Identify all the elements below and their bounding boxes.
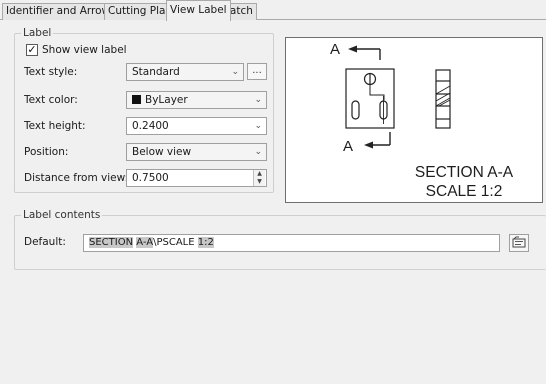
field-literal-text: \PSCALE: [153, 237, 198, 248]
cutting-arrow-bottom-icon: [364, 132, 391, 149]
insert-field-icon: [512, 236, 526, 248]
label-contents-group: Label contents Default: SECTION A-A\PSCA…: [14, 209, 546, 270]
text-color-value: ByLayer: [145, 94, 188, 106]
insert-field-button[interactable]: [509, 234, 529, 252]
text-style-value: Standard: [132, 66, 180, 78]
cutting-arrow-top-icon: [348, 45, 381, 60]
chevron-down-icon: ⌄: [254, 121, 262, 131]
field-scale-token: 1:2: [197, 237, 214, 248]
color-swatch-icon: [132, 95, 141, 104]
spin-down-icon[interactable]: ▼: [254, 178, 265, 186]
distance-label: Distance from view:: [24, 172, 129, 184]
distance-spinner[interactable]: ▲ ▼: [253, 170, 265, 186]
text-color-label: Text color:: [24, 94, 78, 106]
section-view: [435, 69, 451, 129]
marker-top-letter: A: [330, 41, 340, 58]
label-group-title: Label: [21, 27, 54, 39]
text-style-label: Text style:: [24, 66, 78, 78]
show-view-label-text: Show view label: [42, 44, 127, 56]
text-style-select[interactable]: Standard ⌄: [126, 63, 244, 81]
preview-caption-line1: SECTION A-A: [414, 164, 514, 181]
label-group: Label ✓ Show view label Text style: Stan…: [14, 27, 274, 193]
chevron-down-icon: ⌄: [231, 67, 239, 77]
field-view-id-token: A-A: [136, 237, 154, 248]
field-section-token: SECTION: [89, 237, 134, 248]
default-contents-input[interactable]: SECTION A-A\PSCALE 1:2: [83, 234, 500, 252]
distance-value: 0.7500: [132, 172, 169, 184]
chevron-down-icon: ⌄: [254, 147, 262, 157]
text-height-value: 0.2400: [132, 120, 169, 132]
spin-up-icon[interactable]: ▲: [254, 170, 265, 178]
section-preview: A A SECTION A-A SCALE 1:2: [285, 37, 543, 203]
text-color-select[interactable]: ByLayer ⌄: [126, 91, 267, 109]
position-select[interactable]: Below view ⌄: [126, 143, 267, 161]
tab-view-label[interactable]: View Label: [166, 0, 231, 21]
preview-caption-line2: SCALE 1:2: [425, 183, 503, 200]
marker-bottom-letter: A: [343, 138, 353, 155]
part-drawing: [345, 68, 395, 129]
distance-input[interactable]: 0.7500 ▲ ▼: [126, 169, 267, 187]
text-style-browse-button[interactable]: ...: [247, 63, 267, 80]
position-label: Position:: [24, 146, 69, 158]
text-height-combo[interactable]: 0.2400 ⌄: [126, 117, 267, 135]
default-label: Default:: [24, 236, 66, 248]
chevron-down-icon: ⌄: [254, 95, 262, 105]
tab-bar: Identifier and Arrows Cutting Plane View…: [0, 0, 546, 21]
position-value: Below view: [132, 146, 192, 158]
text-height-label: Text height:: [24, 120, 86, 132]
tab-identifier-and-arrows[interactable]: Identifier and Arrows: [2, 3, 120, 20]
show-view-label-checkbox[interactable]: ✓: [26, 44, 38, 56]
label-contents-title: Label contents: [21, 209, 103, 221]
